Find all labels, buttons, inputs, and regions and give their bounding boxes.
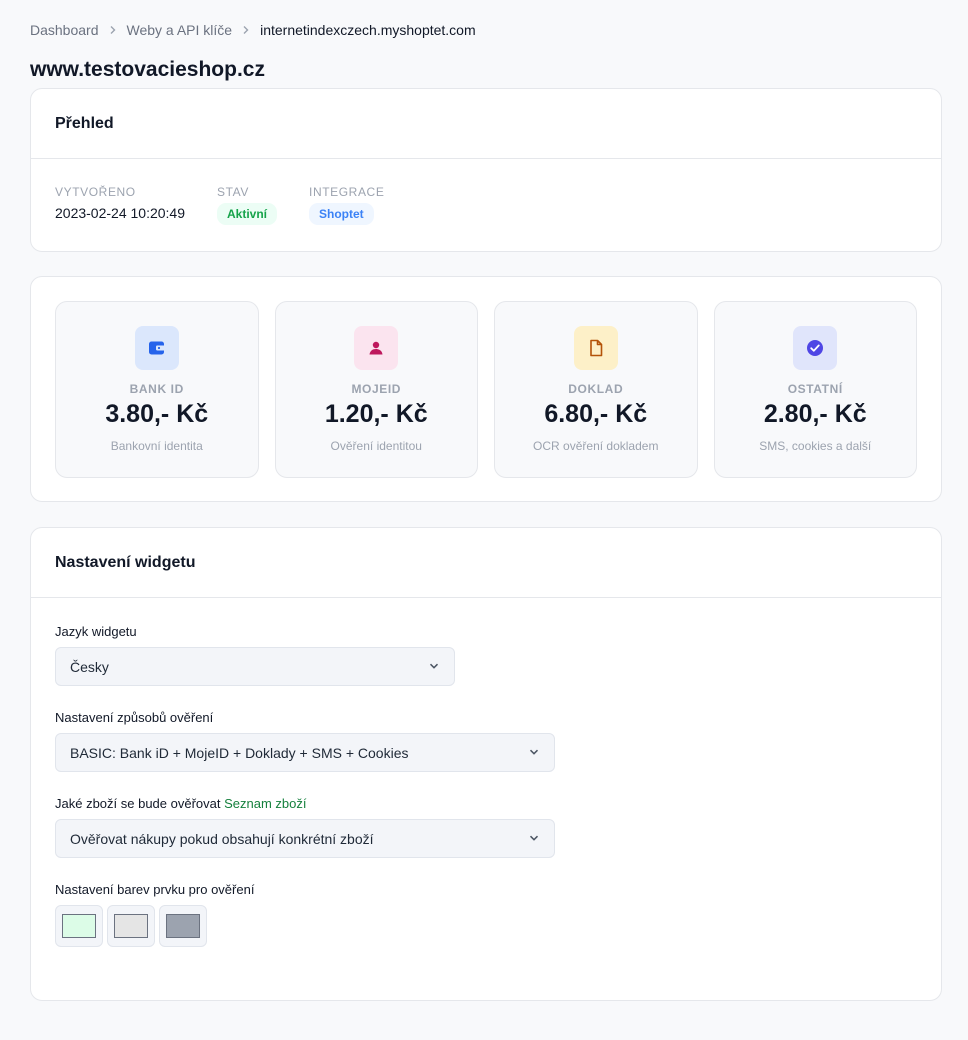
widget-heading: Nastavení widgetu: [31, 528, 941, 598]
integration-label: INTEGRACE: [309, 185, 385, 199]
widget-settings-card: Nastavení widgetu Jazyk widgetu Česky Na…: [30, 527, 942, 1001]
breadcrumb-web-api-keys[interactable]: Weby a API klíče: [127, 22, 233, 38]
breadcrumb-dashboard[interactable]: Dashboard: [30, 22, 99, 38]
goods-select-value: Ověřovat nákupy pokud obsahují konkrétní…: [70, 830, 374, 847]
methods-label: Nastavení způsobů ověření: [55, 710, 214, 725]
goods-label-text: Jaké zboží se bude ověřovat: [55, 796, 221, 811]
price-value: 6.80,- Kč: [544, 400, 648, 428]
price-value: 2.80,- Kč: [763, 400, 867, 428]
price-card-bank-id: BANK ID 3.80,- Kč Bankovní identita: [55, 301, 259, 478]
price-description: OCR ověření dokladem: [533, 439, 659, 453]
integration-badge: Shoptet: [309, 203, 374, 225]
breadcrumb-current: internetindexczech.myshoptet.com: [260, 22, 476, 38]
price-card-ostatni: OSTATNÍ 2.80,- Kč SMS, cookies a další: [713, 301, 917, 478]
integration-meta: INTEGRACE Shoptet: [309, 185, 384, 225]
language-select[interactable]: Česky: [55, 647, 455, 686]
status-meta: STAV Aktivní: [217, 185, 278, 225]
price-description: Bankovní identita: [110, 439, 203, 453]
chevron-right-icon: [241, 25, 251, 35]
check-badge-icon: [793, 326, 838, 370]
page-title: www.testovacieshop.cz: [30, 58, 265, 81]
created-value: 2023-02-24 10:20:49: [55, 205, 185, 221]
overview-card: Přehled VYTVOŘENO 2023-02-24 10:20:49 ST…: [30, 88, 942, 252]
document-icon: [573, 326, 618, 370]
created-meta: VYTVOŘENO 2023-02-24 10:20:49: [55, 185, 185, 225]
goods-select[interactable]: Ověřovat nákupy pokud obsahují konkrétní…: [55, 819, 555, 858]
status-badge: Aktivní: [217, 203, 278, 225]
price-value: 1.20,- Kč: [324, 400, 428, 428]
goods-label: Jaké zboží se bude ověřovat Seznam zboží: [55, 796, 555, 811]
breadcrumb: Dashboard Weby a API klíče internetindex…: [30, 22, 476, 38]
price-description: Ověření identitou: [330, 439, 422, 453]
colors-label: Nastavení barev prvku pro ověření: [55, 882, 255, 897]
language-select-value: Česky: [70, 658, 109, 675]
goods-list-link[interactable]: Seznam zboží: [224, 796, 306, 811]
methods-select[interactable]: BASIC: Bank iD + MojeID + Doklady + SMS …: [55, 733, 555, 772]
overview-heading: Přehled: [31, 89, 941, 159]
price-card-mojeid: MOJEID 1.20,- Kč Ověření identitou: [274, 301, 478, 478]
color-swatches: [55, 905, 917, 947]
color-swatch-fill: [166, 914, 200, 938]
color-swatch-2[interactable]: [107, 905, 155, 947]
created-label: VYTVOŘENO: [55, 185, 136, 199]
color-swatch-fill: [62, 914, 96, 938]
methods-select-value: BASIC: Bank iD + MojeID + Doklady + SMS …: [70, 744, 409, 761]
price-value: 3.80,- Kč: [105, 400, 209, 428]
price-label: OSTATNÍ: [787, 382, 843, 396]
price-label: BANK ID: [129, 382, 184, 396]
pricing-card: BANK ID 3.80,- Kč Bankovní identita MOJE…: [30, 276, 942, 502]
color-swatch-1[interactable]: [55, 905, 103, 947]
chevron-down-icon: [428, 659, 440, 675]
user-icon: [354, 326, 399, 370]
price-label: MOJEID: [351, 382, 402, 396]
color-swatch-fill: [114, 914, 148, 938]
language-label: Jazyk widgetu: [55, 624, 137, 639]
status-label: STAV: [217, 185, 249, 199]
chevron-right-icon: [108, 25, 118, 35]
color-swatch-3[interactable]: [159, 905, 207, 947]
chevron-down-icon: [528, 745, 540, 761]
price-label: DOKLAD: [568, 382, 624, 396]
chevron-down-icon: [528, 831, 540, 847]
wallet-icon: [134, 326, 179, 370]
price-card-doklad: DOKLAD 6.80,- Kč OCR ověření dokladem: [494, 301, 698, 478]
price-description: SMS, cookies a další: [759, 439, 872, 453]
